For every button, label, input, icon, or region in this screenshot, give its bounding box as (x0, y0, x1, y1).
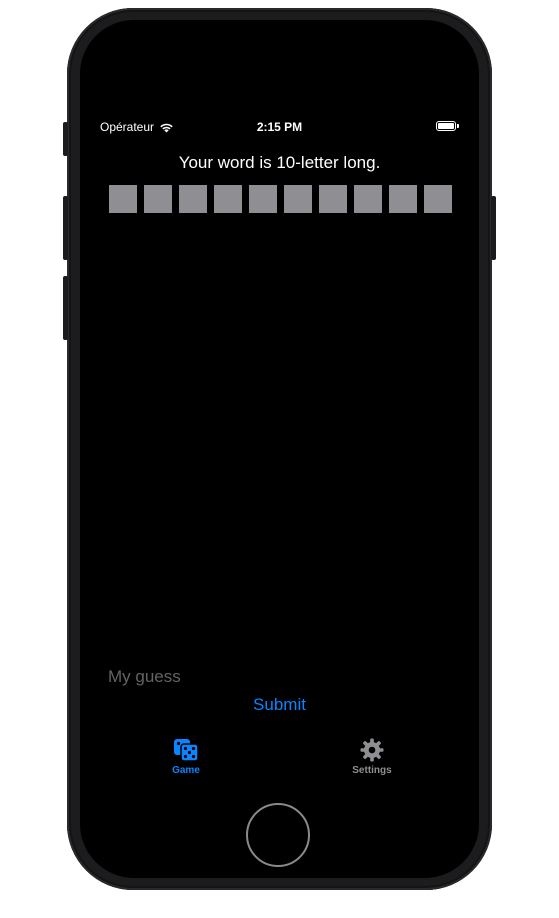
tab-game[interactable]: Game (146, 738, 226, 776)
battery-icon (436, 121, 456, 131)
mute-switch (63, 122, 68, 156)
tab-game-label: Game (172, 765, 200, 776)
letter-tile (319, 185, 347, 213)
letter-tile (144, 185, 172, 213)
tab-settings[interactable]: Settings (332, 738, 412, 776)
letter-tile (389, 185, 417, 213)
letter-tile (284, 185, 312, 213)
letter-tile (179, 185, 207, 213)
tab-settings-label: Settings (352, 765, 392, 776)
letter-tiles (109, 185, 452, 213)
letter-tile (109, 185, 137, 213)
volume-up-button (63, 196, 68, 260)
letter-tile (354, 185, 382, 213)
word-length-label: Your word is 10-letter long. (178, 153, 381, 172)
submit-button[interactable]: Submit (80, 695, 479, 715)
power-button (491, 196, 496, 260)
guess-input[interactable] (108, 665, 448, 689)
dice-icon (174, 739, 199, 762)
battery-tip (457, 124, 459, 128)
letter-tile (424, 185, 452, 213)
status-time: 2:15 PM (256, 120, 303, 134)
letter-tile (249, 185, 277, 213)
screen: Opérateur 2:15 PM Your word is 10-letter… (80, 20, 479, 878)
volume-down-button (63, 276, 68, 340)
home-button[interactable] (246, 803, 310, 867)
letter-tile (214, 185, 242, 213)
gear-icon (360, 738, 384, 762)
